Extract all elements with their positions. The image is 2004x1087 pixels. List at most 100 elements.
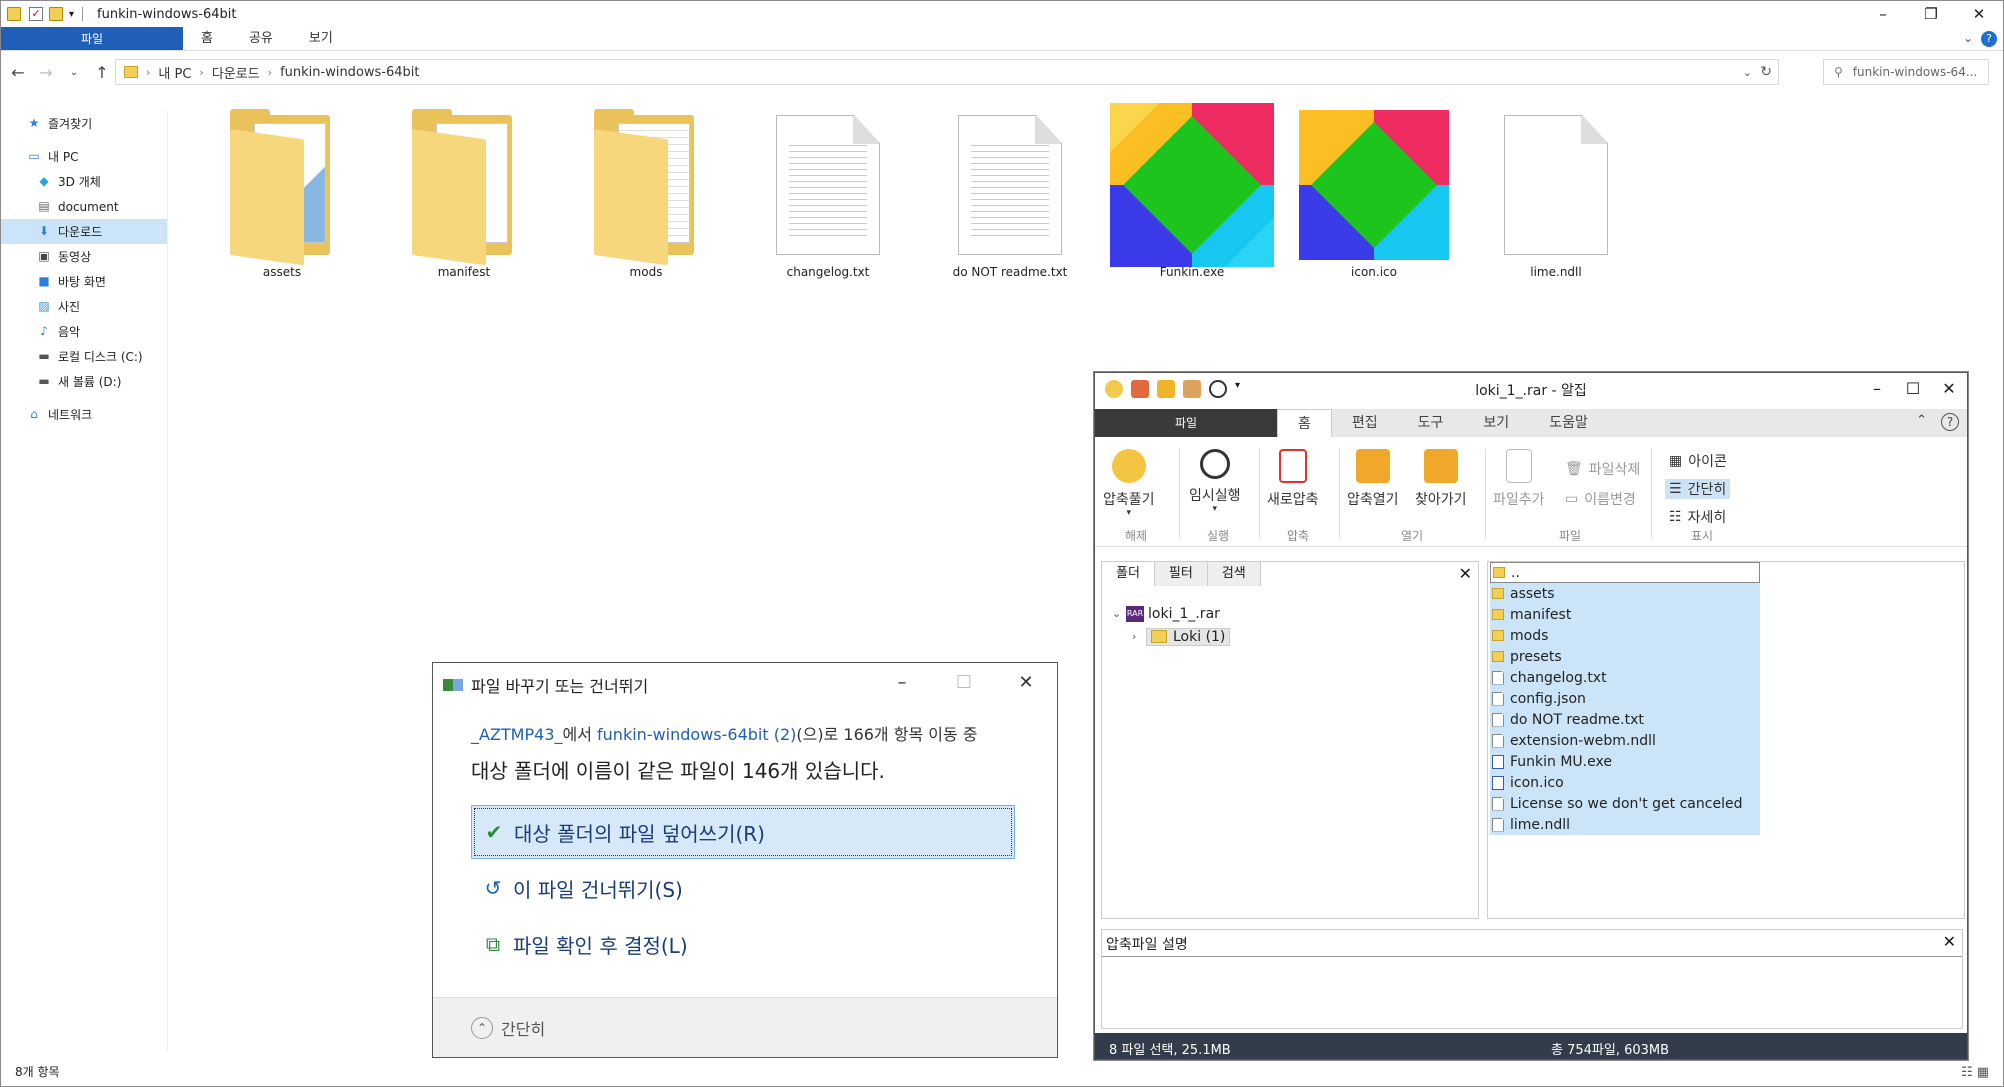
tab-filter[interactable]: 필터 (1154, 562, 1208, 586)
tab-home[interactable]: 홈 (183, 27, 231, 50)
file-item-lime-ndll[interactable]: lime.ndll (1465, 105, 1647, 279)
close-button[interactable]: ✕ (1931, 373, 1967, 405)
view-toggle-icons[interactable]: ☷▦ (1961, 1065, 1993, 1080)
list-item[interactable]: config.json (1490, 688, 1760, 709)
close-button[interactable]: ✕ (995, 663, 1057, 703)
file-item-icon-ico[interactable]: icon.ico (1283, 105, 1465, 279)
expand-ribbon-icon[interactable]: ⌄ (1963, 31, 1973, 45)
restore-button[interactable]: ❐ (1907, 1, 1955, 27)
app-thumbnail (1283, 105, 1465, 265)
view-simple-button[interactable]: ☰ 간단히 (1665, 479, 1731, 499)
maximize-button[interactable]: ☐ (1895, 373, 1931, 405)
nav-item-volume-d[interactable]: ▬ 새 볼륨 (D:) (1, 369, 167, 394)
add-file-label: 파일추가 (1493, 492, 1545, 508)
nav-item-network[interactable]: ⌂ 네트워크 (1, 402, 167, 427)
add-file-button[interactable]: 파일추가 (1493, 449, 1545, 509)
list-item[interactable]: extension-webm.ndll (1490, 730, 1760, 751)
recent-dropdown-icon[interactable]: ⌄ (63, 67, 85, 78)
new-folder-icon[interactable] (49, 7, 63, 21)
goto-button[interactable]: 찾아가기 (1415, 449, 1467, 509)
nav-item-favorites[interactable]: ★ 즐겨찾기 (1, 111, 167, 136)
tab-share[interactable]: 공유 (231, 27, 291, 50)
list-item[interactable]: icon.ico (1490, 772, 1760, 793)
tab-view[interactable]: 보기 (291, 27, 351, 50)
minimize-button[interactable]: – (1859, 1, 1907, 27)
back-arrow-icon[interactable]: ← (7, 63, 29, 82)
nav-item-this-pc[interactable]: ▭ 내 PC (1, 144, 167, 169)
list-item[interactable]: assets (1490, 583, 1760, 604)
extract-button[interactable]: 압축풀기 ▾ (1103, 449, 1155, 518)
view-icon-button[interactable]: ▦ 아이콘 (1669, 451, 1727, 471)
list-item[interactable]: mods (1490, 625, 1760, 646)
close-icon[interactable]: ✕ (1943, 932, 1956, 951)
search-box[interactable]: ⚲ funkin-windows-64... (1823, 59, 1989, 85)
close-icon[interactable]: ✕ (1459, 564, 1472, 583)
chevron-down-icon[interactable]: ⌄ (1112, 607, 1126, 620)
tree-node-archive[interactable]: ⌄ RAR loki_1_.rar (1112, 602, 1230, 625)
list-item[interactable]: Funkin MU.exe (1490, 751, 1760, 772)
minimize-button[interactable]: – (1859, 373, 1895, 405)
list-item[interactable]: License so we don't get canceled (1490, 793, 1760, 814)
nav-item-local-disk-c[interactable]: ▬ 로컬 디스크 (C:) (1, 344, 167, 369)
list-item[interactable]: changelog.txt (1490, 667, 1760, 688)
tab-tools[interactable]: 도구 (1398, 409, 1464, 437)
skip-files-button[interactable]: ↺ 이 파일 건너뛰기(S) (471, 861, 1015, 915)
description-textbox[interactable] (1102, 956, 1962, 1028)
tab-search[interactable]: 검색 (1207, 562, 1261, 586)
nav-item-desktop[interactable]: ■ 바탕 화면 (1, 269, 167, 294)
tab-file[interactable]: 파일 (1095, 409, 1277, 437)
open-zip-button[interactable]: 압축열기 (1347, 449, 1399, 509)
minimize-button[interactable]: – (871, 663, 933, 703)
help-icon[interactable]: ? (1941, 413, 1959, 431)
refresh-icon[interactable]: ↻ (1760, 64, 1772, 80)
nav-item-downloads[interactable]: ⬇ 다운로드 (1, 219, 167, 244)
breadcrumb-downloads[interactable]: 다운로드 (212, 63, 260, 82)
address-bar[interactable]: › 내 PC › 다운로드 › funkin-windows-64bit ⌄ ↻ (115, 59, 1779, 85)
new-zip-button[interactable]: 새로압축 (1267, 449, 1319, 509)
chevron-right-icon[interactable]: › (1132, 630, 1146, 643)
quick-access-dropdown-icon[interactable]: ▾ (69, 9, 74, 20)
nav-item-videos[interactable]: ▣ 동영상 (1, 244, 167, 269)
properties-icon[interactable]: ✓ (29, 7, 43, 21)
delete-file-button[interactable]: 🗑 파일삭제 (1565, 459, 1640, 479)
rename-button[interactable]: ▭ 이름변경 (1565, 489, 1636, 509)
destination-folder-link[interactable]: funkin-windows-64bit (2) (597, 725, 796, 744)
tab-edit[interactable]: 편집 (1332, 409, 1398, 437)
list-item[interactable]: manifest (1490, 604, 1760, 625)
forward-arrow-icon[interactable]: → (35, 63, 57, 82)
fewer-details-button[interactable]: ⌃ 간단히 (471, 1016, 545, 1040)
list-item[interactable]: lime.ndll (1490, 814, 1760, 835)
breadcrumb-this-pc[interactable]: 내 PC (158, 63, 191, 82)
file-item-funkin-exe[interactable]: Funkin.exe (1101, 103, 1283, 279)
source-folder-link[interactable]: _AZTMP43_ (471, 725, 563, 744)
replace-files-button[interactable]: ✔ 대상 폴더의 파일 덮어쓰기(R) (471, 805, 1015, 859)
breadcrumb-current-folder[interactable]: funkin-windows-64bit (280, 65, 419, 80)
list-item[interactable]: .. (1490, 562, 1760, 583)
tab-home[interactable]: 홈 (1277, 409, 1332, 437)
help-icon[interactable]: ? (1981, 31, 1997, 47)
tab-file[interactable]: 파일 (1, 27, 183, 50)
file-item-mods[interactable]: mods (555, 105, 737, 279)
nav-item-document[interactable]: ▤ document (1, 194, 167, 219)
view-detail-button[interactable]: ☷ 자세히 (1669, 507, 1726, 527)
file-item-assets[interactable]: assets (191, 105, 373, 279)
temp-run-button[interactable]: 임시실행 ▾ (1189, 449, 1241, 514)
list-item[interactable]: do NOT readme.txt (1490, 709, 1760, 730)
close-button[interactable]: ✕ (1955, 1, 2003, 27)
tab-help[interactable]: 도움말 (1529, 409, 1608, 437)
collapse-ribbon-icon[interactable]: ⌃ (1916, 413, 1927, 431)
alzip-titlebar: ▾ loki_1_.rar - 알집 – ☐ ✕ (1095, 373, 1967, 405)
nav-item-3d-objects[interactable]: ◆ 3D 개체 (1, 169, 167, 194)
up-arrow-icon[interactable]: ↑ (91, 63, 113, 82)
tree-node-loki[interactable]: › Loki (1) (1112, 625, 1231, 648)
address-dropdown-icon[interactable]: ⌄ (1743, 66, 1752, 79)
file-item-changelog[interactable]: changelog.txt (737, 105, 919, 279)
tab-view[interactable]: 보기 (1463, 409, 1529, 437)
decide-each-file-button[interactable]: ⧉ 파일 확인 후 결정(L) (471, 917, 1015, 971)
list-item[interactable]: presets (1490, 646, 1760, 667)
tab-folder[interactable]: 폴더 (1102, 562, 1155, 586)
file-item-do-not-readme[interactable]: do NOT readme.txt (919, 105, 1101, 279)
nav-item-pictures[interactable]: ▨ 사진 (1, 294, 167, 319)
file-item-manifest[interactable]: manifest (373, 105, 555, 279)
nav-item-music[interactable]: ♪ 음악 (1, 319, 167, 344)
